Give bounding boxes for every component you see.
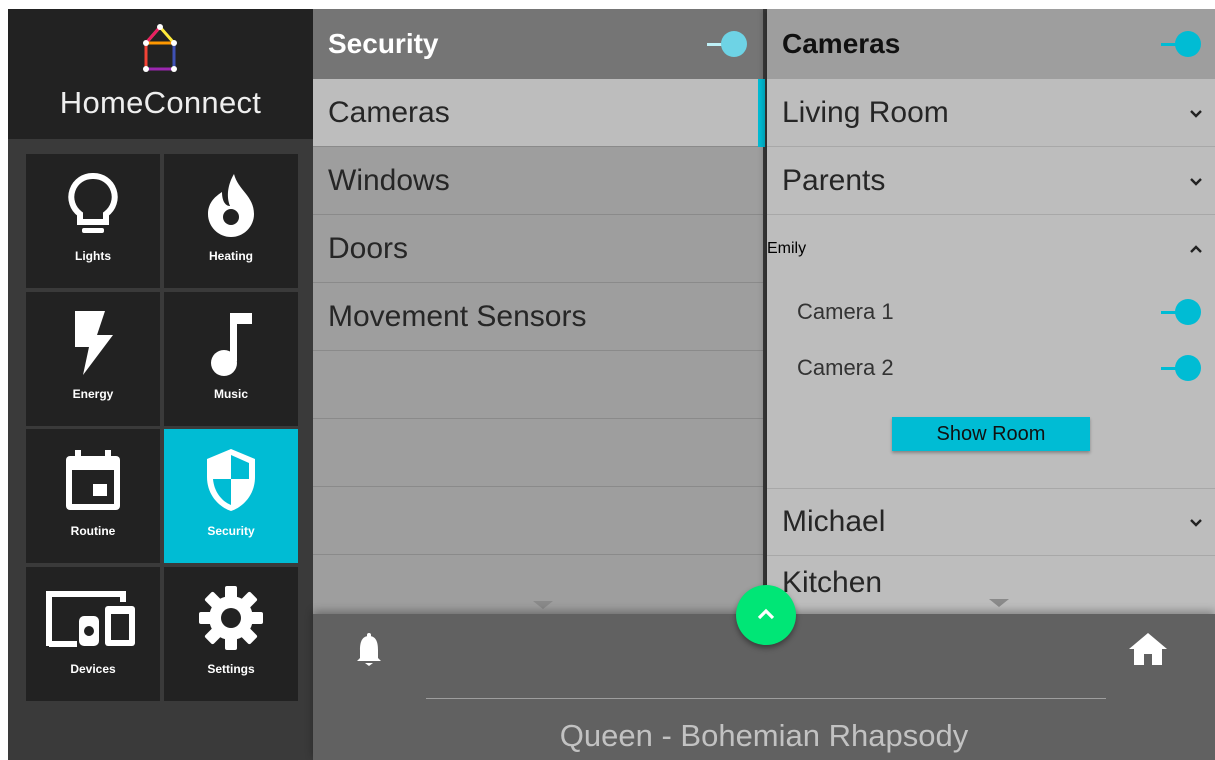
tile-routine[interactable]: Routine bbox=[26, 429, 160, 563]
list-item-label: Doors bbox=[328, 231, 409, 265]
room-label: Emily bbox=[767, 240, 807, 257]
flame-icon bbox=[208, 174, 254, 237]
security-title: Security bbox=[328, 28, 439, 59]
show-room-button[interactable]: Show Room bbox=[892, 417, 1090, 451]
expand-up-button[interactable] bbox=[736, 585, 796, 645]
scroll-down-indicator[interactable] bbox=[533, 601, 553, 609]
bell-icon[interactable] bbox=[357, 632, 381, 668]
chevron-down-icon[interactable] bbox=[1189, 106, 1203, 120]
room-row-living-room[interactable]: Living Room bbox=[767, 79, 1215, 147]
chevron-up-icon bbox=[757, 608, 775, 620]
camera-label: Camera 1 bbox=[797, 299, 894, 324]
camera-row-2: Camera 2 bbox=[767, 343, 1215, 393]
calendar-icon bbox=[66, 450, 120, 510]
list-item-label: Cameras bbox=[328, 95, 450, 129]
selection-indicator bbox=[758, 79, 765, 147]
tile-heating[interactable]: Heating bbox=[164, 154, 298, 288]
tile-label: Energy bbox=[72, 387, 114, 401]
room-label: Kitchen bbox=[782, 566, 883, 599]
tile-label: Devices bbox=[70, 662, 116, 676]
cameras-panel: Cameras Living Room Parents Emily Camera… bbox=[767, 9, 1215, 614]
chevron-down-icon[interactable] bbox=[1189, 515, 1203, 529]
lightning-icon bbox=[75, 311, 113, 375]
tile-settings[interactable]: Settings bbox=[164, 567, 298, 701]
scroll-down-indicator[interactable] bbox=[989, 599, 1009, 607]
home-icon[interactable] bbox=[1128, 632, 1168, 666]
devices-icon bbox=[46, 591, 135, 647]
camera-row-1: Camera 1 bbox=[767, 287, 1215, 337]
list-item-empty bbox=[313, 351, 763, 419]
list-item-doors[interactable]: Doors bbox=[313, 215, 763, 283]
chevron-down-icon[interactable] bbox=[1189, 174, 1203, 188]
lightbulb-icon bbox=[68, 172, 118, 233]
app-title: HomeConnect bbox=[59, 85, 262, 120]
security-panel: Security Cameras Windows Doors Movement … bbox=[313, 9, 765, 614]
tile-energy[interactable]: Energy bbox=[26, 292, 160, 426]
list-item-movement-sensors[interactable]: Movement Sensors bbox=[313, 283, 763, 351]
camera-1-toggle[interactable] bbox=[1161, 299, 1201, 325]
list-item-cameras[interactable]: Cameras bbox=[313, 79, 763, 147]
list-item-windows[interactable]: Windows bbox=[313, 147, 763, 215]
tile-music[interactable]: Music bbox=[164, 292, 298, 426]
tile-label: Settings bbox=[207, 662, 255, 676]
cameras-master-toggle[interactable] bbox=[1161, 31, 1201, 57]
gear-icon bbox=[199, 586, 263, 650]
sidebar: HomeConnect Lights Heating Energy Music … bbox=[8, 9, 313, 760]
security-header: Security bbox=[313, 9, 763, 79]
tile-security[interactable]: Security bbox=[164, 429, 298, 563]
list-item-empty bbox=[313, 487, 763, 555]
home-logo-icon bbox=[143, 24, 177, 72]
divider bbox=[426, 698, 1106, 699]
cameras-title: Cameras bbox=[782, 28, 901, 59]
shield-icon bbox=[207, 449, 255, 511]
room-label: Parents bbox=[782, 163, 886, 197]
tile-devices[interactable]: Devices bbox=[26, 567, 160, 701]
room-row-michael[interactable]: Michael bbox=[767, 488, 1215, 556]
brand-header: HomeConnect bbox=[8, 9, 313, 139]
room-label: Michael bbox=[782, 504, 886, 538]
camera-label: Camera 2 bbox=[797, 355, 894, 380]
tile-lights[interactable]: Lights bbox=[26, 154, 160, 288]
room-label: Living Room bbox=[782, 95, 949, 129]
now-playing-text[interactable]: Queen - Bohemian Rhapsody bbox=[313, 718, 1215, 754]
security-master-toggle[interactable] bbox=[707, 31, 747, 57]
tile-label: Lights bbox=[75, 249, 111, 263]
tile-label: Security bbox=[207, 524, 255, 538]
tile-label: Routine bbox=[70, 524, 116, 538]
room-row-parents[interactable]: Parents bbox=[767, 147, 1215, 215]
chevron-up-icon[interactable] bbox=[1189, 242, 1203, 256]
room-expanded-emily: Emily Camera 1 Camera 2 Show Room bbox=[767, 215, 1215, 489]
tile-label: Heating bbox=[208, 249, 253, 263]
list-item-label: Movement Sensors bbox=[328, 299, 587, 333]
cameras-header: Cameras bbox=[767, 9, 1215, 79]
camera-2-toggle[interactable] bbox=[1161, 355, 1201, 381]
room-row-emily[interactable]: Emily bbox=[767, 215, 1215, 283]
tile-label: Music bbox=[213, 387, 248, 401]
app-window: HomeConnect Lights Heating Energy Music … bbox=[8, 9, 1215, 760]
list-item-empty bbox=[313, 419, 763, 487]
music-note-icon bbox=[211, 313, 252, 376]
list-item-label: Windows bbox=[328, 163, 450, 197]
